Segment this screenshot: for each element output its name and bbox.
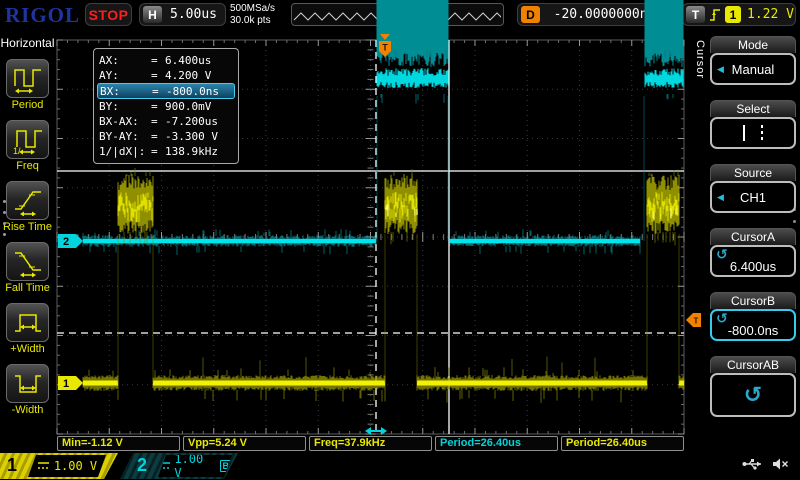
channel-status-bar: 1 1.00 V 2 1.00 V B — [0, 452, 800, 480]
rotate-knob-icon: ↺ — [716, 247, 728, 263]
left-arrow-icon: ◀ — [717, 191, 724, 202]
measurement-freq: Freq=37.9kHz — [309, 436, 432, 451]
svg-text:T: T — [694, 317, 699, 326]
bandwidth-limit-icon: B — [219, 460, 232, 472]
cursor-a-value-button[interactable]: ↺ 6.400us — [710, 245, 796, 277]
oscilloscope-screen: TT21 RIGOL STOP H 5.00us 500MSa/s 30.0k … — [0, 0, 800, 480]
menu-item-label: Freq — [16, 160, 39, 172]
menu-item-plus-width[interactable]: +Width — [0, 303, 55, 355]
rotate-knob-icon: ↺ — [716, 311, 728, 327]
speaker-muted-icon — [773, 458, 788, 470]
softkey-mode[interactable]: Mode ◀ Manual — [710, 36, 796, 85]
left-menu-title: Horizontal — [0, 36, 55, 50]
source-value-button[interactable]: ◀ CH1 — [710, 181, 796, 213]
rise-time-icon — [14, 190, 41, 216]
svg-text:1/: 1/ — [13, 146, 21, 155]
mode-value-button[interactable]: ◀ Manual — [710, 53, 796, 85]
usb-icon — [742, 459, 761, 470]
softkey-select[interactable]: Select — [710, 100, 796, 149]
channel2-scale: 1.00 V — [174, 452, 204, 480]
channel2-number: 2 — [137, 455, 148, 475]
svg-text:T: T — [382, 43, 388, 53]
channel1-position-marker: 1 — [58, 376, 83, 390]
measurement-period-ch2: Period=26.40us — [435, 436, 558, 451]
trigger-level-marker: T — [686, 313, 701, 327]
cursor-select-icon — [743, 125, 763, 141]
rotate-knob-icon: ↺ — [743, 382, 763, 408]
softkey-cursor-b[interactable]: CursorB ↺ -800.0ns — [710, 292, 796, 341]
cursor-row-ay: AY: = 4.200 V — [99, 69, 212, 82]
softkey-cursor-ab[interactable]: CursorAB ↺ — [710, 356, 796, 417]
channel1-scale-box: 1.00 V — [28, 455, 106, 477]
menu-item-label: Rise Time — [3, 221, 52, 233]
freq-icon: 1/ — [13, 129, 42, 155]
cursor-b-value-button[interactable]: ↺ -800.0ns — [710, 309, 796, 341]
page-indicator-dots — [3, 200, 6, 236]
menu-item-fall-time[interactable]: Fall Time — [0, 242, 55, 294]
channel2-position-marker: 2 — [58, 234, 83, 248]
measurement-row: Min=-1.12 V Vpp=5.24 V Freq=37.9kHz Peri… — [57, 436, 684, 451]
cursor-row-byay: BY-AY: = -3.300 V — [99, 130, 218, 143]
dc-coupling-icon — [37, 462, 49, 469]
svg-text:1: 1 — [63, 378, 69, 390]
measurement-vpp: Vpp=5.24 V — [183, 436, 306, 451]
menu-item-label: Period — [11, 99, 44, 111]
menu-item-label: +Width — [10, 343, 45, 355]
cursor-row-ax: AX: = 6.400us — [99, 54, 212, 67]
softkey-source[interactable]: Source ◀ CH1 — [710, 164, 796, 213]
channel1-number: 1 — [7, 455, 18, 475]
cursor-measurement-box: AX: = 6.400us AY: = 4.200 V BX: = -800.0ns BY:… — [93, 48, 239, 164]
menu-item-period[interactable]: Period — [0, 59, 55, 111]
softkey-cursor-a[interactable]: CursorA ↺ 6.400us — [710, 228, 796, 277]
fall-time-icon — [14, 251, 41, 277]
channel1-scale: 1.00 V — [53, 459, 98, 473]
dc-coupling-icon — [159, 462, 170, 469]
measurement-min: Min=-1.12 V — [57, 436, 180, 451]
cursor-row-bxax: BX-AX: = -7.200us — [99, 115, 218, 128]
menu-item-minus-width[interactable]: -Width — [0, 364, 55, 416]
cursor-row-by: BY: = 900.0mV — [99, 100, 212, 113]
plus-width-icon — [14, 313, 41, 332]
cursor-row-freq: 1/|dX|: = 138.9kHz — [99, 145, 218, 158]
minus-width-icon — [14, 374, 41, 393]
left-arrow-icon: ◀ — [717, 63, 724, 74]
right-menu-tab: Cursor — [694, 40, 706, 80]
period-icon — [13, 68, 41, 93]
cursor-ab-value-button[interactable]: ↺ — [710, 373, 796, 417]
measurement-period-ch1: Period=26.40us — [561, 436, 684, 451]
channel2-scale-box: 1.00 V B — [158, 455, 232, 477]
menu-item-label: Fall Time — [5, 282, 50, 294]
cursor-row-bx-selected: BX: = -800.0ns — [97, 83, 235, 99]
right-softkey-menu: Mode ◀ Manual Select Source ◀ CH1 Cursor… — [710, 36, 796, 432]
select-value-button[interactable] — [710, 117, 796, 149]
svg-text:2: 2 — [63, 236, 69, 248]
menu-item-freq[interactable]: 1/ Freq — [0, 120, 55, 172]
channel2-status[interactable]: 2 1.00 V B — [120, 453, 238, 479]
left-function-menu: Horizontal Period 1/ Freq Rise Time Fall… — [0, 30, 55, 455]
channel1-status[interactable]: 1 1.00 V — [0, 453, 118, 479]
menu-item-rise-time[interactable]: Rise Time — [0, 181, 55, 233]
menu-item-label: -Width — [11, 404, 44, 416]
